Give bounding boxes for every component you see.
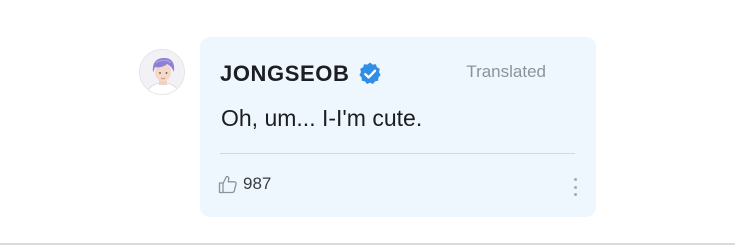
author-name[interactable]: JONGSEOB bbox=[220, 61, 350, 87]
more-dot bbox=[573, 185, 577, 189]
more-vertical-icon[interactable] bbox=[570, 178, 580, 196]
like-button[interactable]: 987 bbox=[217, 173, 271, 195]
avatar[interactable] bbox=[139, 49, 185, 95]
comment-message: Oh, um... I-I'm cute. bbox=[221, 105, 423, 131]
verified-badge-icon bbox=[357, 61, 383, 87]
more-dot bbox=[573, 178, 577, 181]
comment-card: JONGSEOB Translated Oh, um... I-I'm cute… bbox=[200, 37, 596, 217]
translated-label[interactable]: Translated bbox=[466, 61, 546, 83]
author-row: JONGSEOB bbox=[220, 61, 383, 87]
divider bbox=[220, 153, 575, 154]
thumbs-up-icon[interactable] bbox=[217, 173, 239, 195]
like-count: 987 bbox=[243, 174, 272, 193]
more-dot bbox=[573, 193, 577, 196]
